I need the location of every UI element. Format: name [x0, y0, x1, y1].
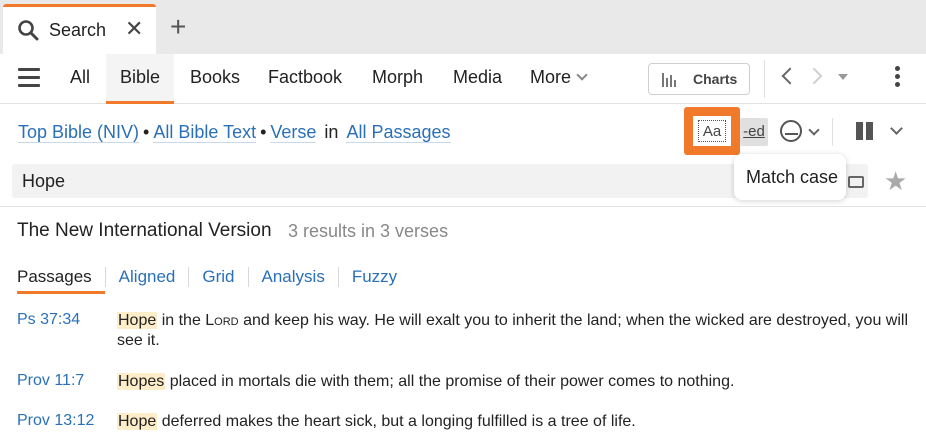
- nav-morph[interactable]: Morph: [372, 67, 423, 88]
- add-tab-icon[interactable]: +: [170, 12, 186, 42]
- split-pane-icon[interactable]: [856, 122, 874, 140]
- scope-selector[interactable]: All Bible Text: [153, 122, 257, 143]
- nav-factbook[interactable]: Factbook: [268, 67, 342, 88]
- results-title: The New International Version: [17, 220, 272, 241]
- bullet-separator: •: [143, 122, 150, 142]
- search-hit: Hope: [117, 413, 158, 430]
- unit-selector[interactable]: Verse: [270, 122, 317, 143]
- search-hit: Hopes: [117, 373, 166, 390]
- toolbar: All Bible Books Factbook Morph Media Mor…: [0, 54, 926, 104]
- chevron-down-icon[interactable]: [890, 122, 903, 135]
- nav-bible[interactable]: Bible: [106, 54, 175, 104]
- tab-strip: Search ✕ +: [0, 0, 926, 54]
- charts-label: Charts: [693, 71, 738, 87]
- close-icon[interactable]: ✕: [125, 16, 143, 42]
- chevron-down-icon[interactable]: [808, 124, 820, 136]
- tab-grid[interactable]: Grid: [188, 267, 247, 287]
- tab-passages[interactable]: Passages: [17, 267, 105, 294]
- verse-text-rest: deferred makes the heart sick, but a lon…: [157, 413, 636, 430]
- divider: [764, 60, 765, 98]
- divider: [832, 118, 833, 146]
- verse-reference[interactable]: Ps 37:34: [17, 311, 80, 329]
- nav-all[interactable]: All: [70, 67, 90, 88]
- bar-chart-icon: [662, 73, 678, 87]
- match-case-tooltip: Match case: [734, 154, 846, 200]
- nav-more[interactable]: More: [530, 67, 588, 88]
- bible-selector[interactable]: Top Bible (NIV): [18, 122, 140, 143]
- back-arrow-icon[interactable]: [781, 67, 799, 85]
- divider: [0, 206, 926, 207]
- search-input[interactable]: [22, 167, 722, 195]
- tab-aligned[interactable]: Aligned: [104, 267, 189, 287]
- tab-analysis[interactable]: Analysis: [247, 267, 338, 287]
- nav-books[interactable]: Books: [190, 67, 240, 88]
- search-hit: Hope: [117, 312, 158, 329]
- range-selector[interactable]: All Passages: [346, 122, 451, 143]
- forward-arrow-icon[interactable]: [805, 67, 823, 85]
- match-case-inner: Aa: [693, 116, 731, 146]
- more-options-icon[interactable]: [893, 66, 901, 92]
- nav-media[interactable]: Media: [453, 67, 502, 88]
- tab-search[interactable]: Search ✕: [3, 4, 156, 54]
- match-case-icon: Aa: [698, 120, 726, 142]
- verse-text: Hopes placed in mortals die with them; a…: [117, 372, 912, 392]
- search-icon: [18, 20, 39, 41]
- verse-text-rest: placed in mortals die with them; all the…: [165, 373, 735, 390]
- tab-fuzzy[interactable]: Fuzzy: [337, 267, 410, 287]
- history-icon[interactable]: [780, 120, 802, 142]
- search-query-builder: Top Bible (NIV) • All Bible Text • Verse in Al…: [18, 122, 451, 143]
- menu-icon[interactable]: [18, 68, 40, 88]
- verse-text: Hope in the Lord and keep his way. He wi…: [117, 311, 912, 351]
- match-case-button[interactable]: Aa: [684, 107, 740, 155]
- word-forms-button[interactable]: -ed: [740, 118, 768, 146]
- charts-button[interactable]: Charts: [648, 63, 750, 95]
- verse-text-part: in the: [157, 312, 206, 329]
- star-icon[interactable]: ★: [884, 167, 907, 195]
- tab-label: Search: [49, 20, 107, 40]
- results-view-tabs: Passages Aligned Grid Analysis Fuzzy: [17, 267, 410, 294]
- keyboard-icon[interactable]: [848, 176, 864, 188]
- results-count: 3 results in 3 verses: [288, 221, 449, 241]
- nav-more-label: More: [530, 67, 572, 87]
- verse-text-lord: Lord: [205, 312, 239, 329]
- tooltip-text: Match case: [746, 167, 839, 187]
- verse-text: Hope deferred makes the heart sick, but …: [117, 412, 912, 432]
- in-label: in: [324, 122, 339, 142]
- verse-reference[interactable]: Prov 13:12: [17, 412, 94, 430]
- history-dropdown-icon[interactable]: [838, 74, 848, 80]
- verse-reference[interactable]: Prov 11:7: [17, 372, 84, 390]
- bullet-separator: •: [260, 122, 267, 142]
- chevron-down-icon: [576, 69, 588, 81]
